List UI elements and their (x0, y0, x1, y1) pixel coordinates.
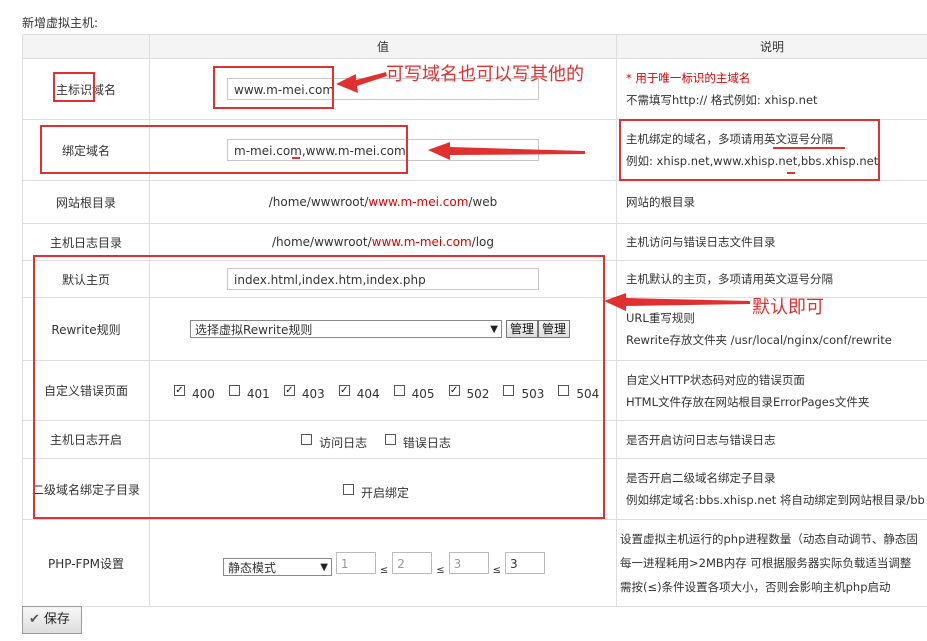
header-value: 值 (149, 34, 617, 59)
default-page-desc: 主机默认的主页，多项请用英文逗号分隔 (616, 260, 927, 298)
main-domain-desc: * 用于唯一标识的主域名 不需填写http:// 格式例如: xhisp.net (616, 58, 927, 120)
le-symbol: ≤ (379, 564, 389, 576)
error-pages-desc: 自定义HTTP状态码对应的错误页面 HTML文件存放在网站根目录ErrorPag… (616, 360, 927, 421)
header-blank (22, 34, 150, 59)
phpfpm-field-1[interactable]: 1 (335, 552, 376, 574)
log-dir-desc: 主机访问与错误日志文件目录 (616, 223, 927, 261)
annotation-box-bind-domain (40, 125, 408, 174)
phpfpm-mode-select[interactable]: 静态模式 ▼ (223, 558, 332, 576)
le-symbol: ≤ (492, 564, 501, 576)
annotation-note-1: 可写域名也可以写其他的 (386, 64, 584, 85)
phpfpm-label: PHP-FPM设置 (22, 519, 150, 607)
le-symbol: ≤ (436, 564, 445, 576)
header-desc: 说明 (616, 34, 927, 59)
phpfpm-desc: 设置虚拟主机运行的php进程数量（动态自动调节、静态固 每一进程耗用>2MB内存… (616, 519, 927, 607)
save-button[interactable]: ✔ 保存 (22, 606, 82, 634)
phpfpm-field-4[interactable]: 3 (505, 552, 545, 574)
check-icon: ✔ (29, 612, 40, 627)
phpfpm-field-2[interactable]: 2 (392, 552, 433, 574)
chevron-down-icon: ▼ (320, 562, 328, 573)
page-title: 新增虚拟主机: (22, 16, 99, 30)
annotation-box-default-area (33, 255, 605, 519)
annotation-box-main-label (53, 72, 95, 102)
annotation-box-main-input (213, 66, 334, 109)
log-enable-desc: 是否开启访问日志与错误日志 (616, 420, 927, 459)
subdomain-desc: 是否开启二级域名绑定子目录 例如绑定域名:bbs.xhisp.net 将自动绑定… (616, 458, 927, 520)
phpfpm-controls: 静态模式 ▼ 1 ≤2 ≤3 ≤3 (149, 519, 617, 607)
web-root-value: /home/wwwroot/www.m-mei.com/web (149, 180, 617, 224)
phpfpm-field-3[interactable]: 3 (448, 552, 489, 574)
annotation-underline (292, 157, 300, 159)
annotation-underline (787, 172, 795, 174)
web-root-desc: 网站的根目录 (616, 180, 927, 224)
annotation-underline (773, 147, 845, 149)
annotation-box-bind-desc (619, 119, 880, 181)
annotation-note-2: 默认即可 (752, 297, 824, 318)
web-root-label: 网站根目录 (22, 180, 150, 224)
